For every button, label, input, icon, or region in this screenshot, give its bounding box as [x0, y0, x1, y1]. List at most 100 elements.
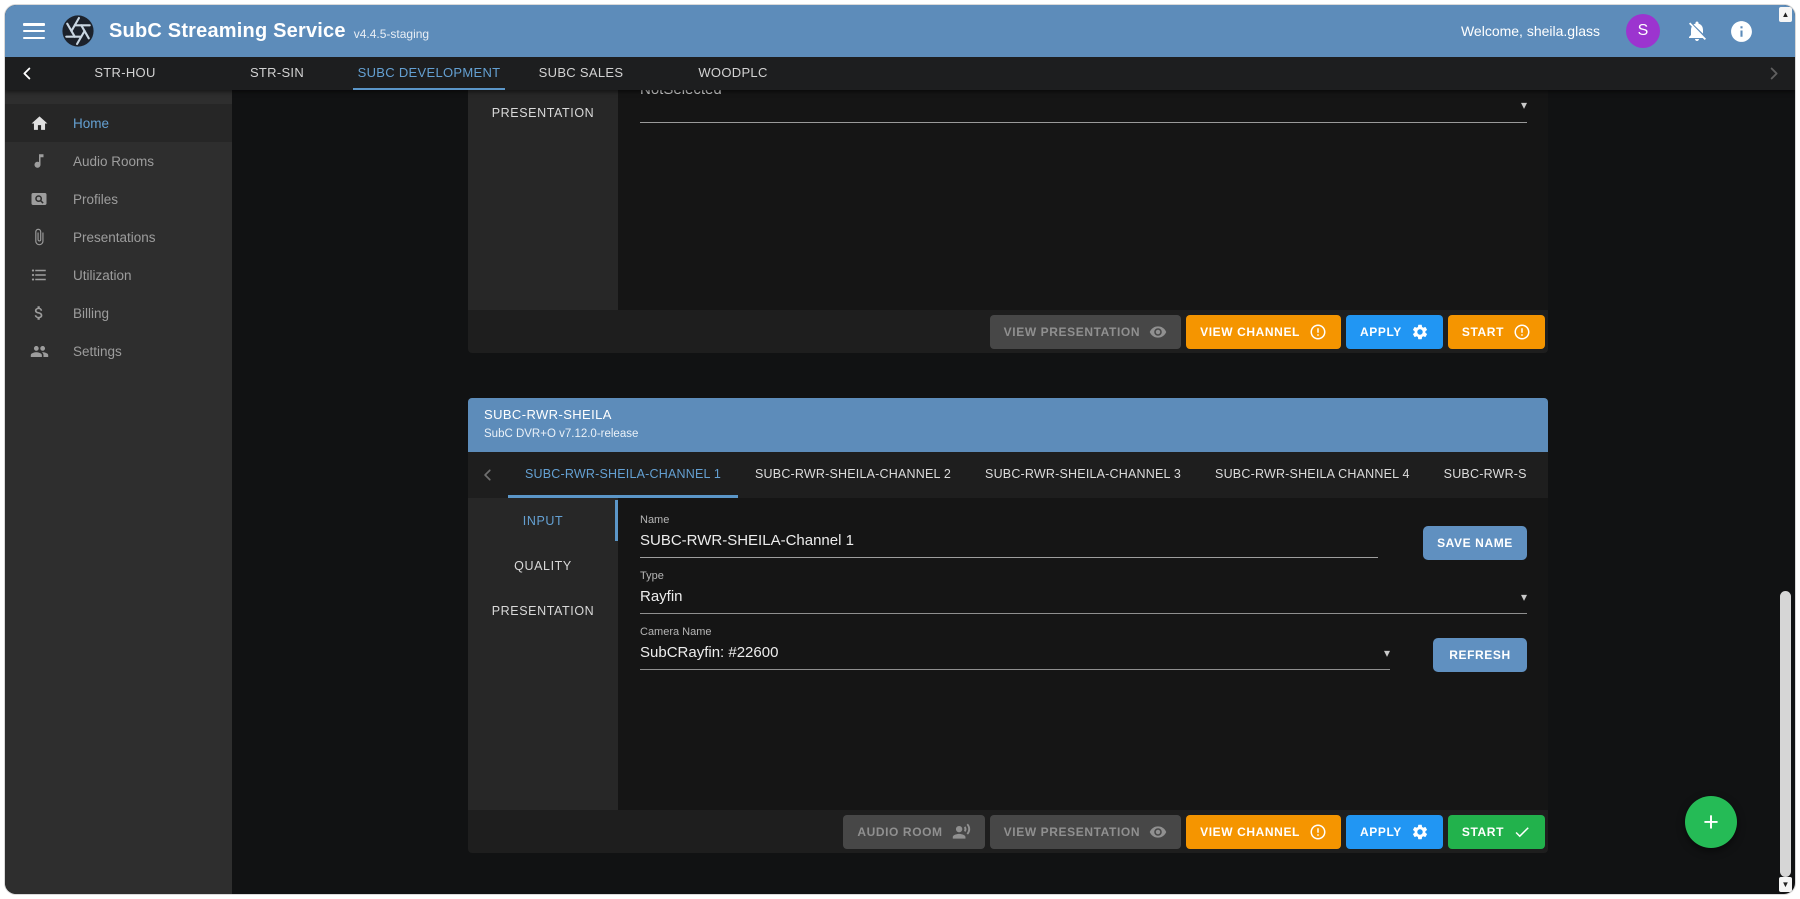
type-select-value: Rayfin [640, 588, 683, 605]
presentation-panel: NotSelected ▾ [618, 90, 1548, 310]
scroll-up-button[interactable]: ▲ [1779, 7, 1792, 22]
music-note-icon [29, 151, 49, 171]
chevron-down-icon: ▾ [1521, 590, 1527, 604]
presentation-card: PRESENTATION NotSelected ▾ VIEW PRESENTA… [468, 90, 1548, 353]
sidebar-item-audio-rooms[interactable]: Audio Rooms [5, 142, 232, 180]
audio-room-button[interactable]: AUDIO ROOM [843, 815, 984, 849]
organization-tabbar: STR-HOU STR-SIN SUBC DEVELOPMENT SUBC SA… [5, 57, 1795, 90]
sidebar: Home Audio Rooms Profiles Presentations … [5, 90, 232, 894]
chevron-down-icon: ▾ [1521, 98, 1527, 112]
search-box-icon [29, 189, 49, 209]
sidebar-item-utilization[interactable]: Utilization [5, 256, 232, 294]
presentation-select[interactable]: NotSelected ▾ [640, 90, 1527, 123]
channel-tabbar: SUBC-RWR-SHEILA-CHANNEL 1 SUBC-RWR-SHEIL… [468, 452, 1548, 498]
gear-icon [1411, 823, 1429, 841]
org-tab-str-sin[interactable]: STR-SIN [201, 57, 353, 90]
app-header: SubC Streaming Service v4.4.5-staging We… [5, 5, 1795, 57]
sidebar-item-label: Presentations [73, 230, 156, 245]
alert-circle-icon [1513, 323, 1531, 341]
view-channel-button[interactable]: VIEW CHANNEL [1186, 815, 1341, 849]
tab-presentation[interactable]: PRESENTATION [468, 588, 618, 633]
alert-circle-icon [1309, 323, 1327, 341]
device-subtitle: SubC DVR+O v7.12.0-release [484, 428, 1548, 440]
home-icon [29, 113, 49, 133]
channel-section-tabs: INPUT QUALITY PRESENTATION [468, 498, 618, 810]
channel-tab-1[interactable]: SUBC-RWR-SHEILA-CHANNEL 1 [508, 452, 738, 498]
eye-icon [1149, 323, 1167, 341]
presentation-select-value: NotSelected [640, 90, 722, 98]
dollar-icon [29, 303, 49, 323]
scroll-down-button[interactable]: ▼ [1779, 877, 1792, 892]
save-name-button[interactable]: SAVE NAME [1423, 526, 1527, 560]
start-button[interactable]: START [1448, 315, 1545, 349]
sidebar-item-label: Settings [73, 344, 122, 359]
org-tab-subc-sales[interactable]: SUBC SALES [505, 57, 657, 90]
device-card-actions: AUDIO ROOM VIEW PRESENTATION VIEW CHANNE… [468, 810, 1548, 853]
sidebar-item-home[interactable]: Home [5, 104, 232, 142]
device-card-header: SUBC-RWR-SHEILA SubC DVR+O v7.12.0-relea… [468, 398, 1548, 452]
camera-name-select[interactable]: SubCRayfin: #22600 ▾ [640, 641, 1390, 670]
tab-quality[interactable]: QUALITY [468, 543, 618, 588]
device-title: SUBC-RWR-SHEILA [484, 407, 1548, 422]
camera-name-label: Camera Name [640, 626, 1390, 638]
view-presentation-button[interactable]: VIEW PRESENTATION [990, 815, 1181, 849]
notifications-off-icon[interactable] [1684, 18, 1710, 44]
voice-over-icon [952, 822, 971, 841]
eye-icon [1149, 823, 1167, 841]
channel-tabs-prev-button[interactable] [468, 452, 508, 498]
chevron-down-icon: ▾ [1384, 646, 1390, 660]
presentation-card-actions: VIEW PRESENTATION VIEW CHANNEL APPLY STA… [468, 310, 1548, 353]
sidebar-item-presentations[interactable]: Presentations [5, 218, 232, 256]
app-title: SubC Streaming Service [109, 20, 346, 43]
sidebar-item-label: Utilization [73, 268, 132, 283]
tab-presentation[interactable]: PRESENTATION [468, 90, 618, 135]
channel-tab-2[interactable]: SUBC-RWR-SHEILA-CHANNEL 2 [738, 452, 968, 498]
input-panel: Name SAVE NAME Type Rayfin ▾ [618, 498, 1548, 810]
apply-button[interactable]: APPLY [1346, 815, 1443, 849]
name-label: Name [640, 514, 1378, 526]
sidebar-item-settings[interactable]: Settings [5, 332, 232, 370]
channel-tab-4[interactable]: SUBC-RWR-SHEILA CHANNEL 4 [1198, 452, 1427, 498]
list-icon [29, 265, 49, 285]
app-window: SubC Streaming Service v4.4.5-staging We… [5, 5, 1795, 894]
app-version: v4.4.5-staging [354, 27, 429, 41]
org-tab-str-hou[interactable]: STR-HOU [49, 57, 201, 90]
org-tabs-prev-button[interactable] [5, 57, 49, 90]
menu-icon[interactable] [23, 23, 45, 39]
device-card: SUBC-RWR-SHEILA SubC DVR+O v7.12.0-relea… [468, 398, 1548, 853]
sidebar-item-profiles[interactable]: Profiles [5, 180, 232, 218]
user-avatar[interactable]: S [1626, 14, 1660, 48]
channel-name-input[interactable] [640, 529, 1378, 558]
tab-input[interactable]: INPUT [468, 498, 618, 543]
type-label: Type [640, 570, 1527, 582]
channel-tabs-next-button[interactable] [1539, 452, 1548, 498]
scrollbar-thumb[interactable] [1780, 591, 1791, 877]
welcome-text: Welcome, sheila.glass [1461, 23, 1600, 39]
add-button[interactable]: + [1685, 796, 1737, 848]
type-select[interactable]: Rayfin ▾ [640, 585, 1527, 614]
channel-tab-5[interactable]: SUBC-RWR-S [1427, 452, 1539, 498]
start-button[interactable]: START [1448, 815, 1545, 849]
sidebar-item-label: Audio Rooms [73, 154, 154, 169]
attachment-icon [29, 227, 49, 247]
plus-icon: + [1703, 807, 1719, 838]
alert-circle-icon [1309, 823, 1327, 841]
gear-icon [1411, 323, 1429, 341]
vertical-scrollbar: ▲ ▼ [1779, 7, 1792, 892]
apply-button[interactable]: APPLY [1346, 315, 1443, 349]
info-icon[interactable] [1728, 18, 1754, 44]
sidebar-item-label: Profiles [73, 192, 118, 207]
section-tabs: PRESENTATION [468, 90, 618, 310]
view-presentation-button[interactable]: VIEW PRESENTATION [990, 315, 1181, 349]
channel-tab-3[interactable]: SUBC-RWR-SHEILA-CHANNEL 3 [968, 452, 1198, 498]
app-logo-aperture-icon [61, 14, 95, 48]
org-tab-subc-development[interactable]: SUBC DEVELOPMENT [353, 57, 505, 90]
sidebar-item-label: Billing [73, 306, 109, 321]
org-tab-woodplc[interactable]: WOODPLC [657, 57, 809, 90]
people-icon [29, 341, 49, 361]
sidebar-item-label: Home [73, 116, 109, 131]
refresh-button[interactable]: REFRESH [1433, 638, 1527, 672]
sidebar-item-billing[interactable]: Billing [5, 294, 232, 332]
check-icon [1513, 823, 1531, 841]
view-channel-button[interactable]: VIEW CHANNEL [1186, 315, 1341, 349]
